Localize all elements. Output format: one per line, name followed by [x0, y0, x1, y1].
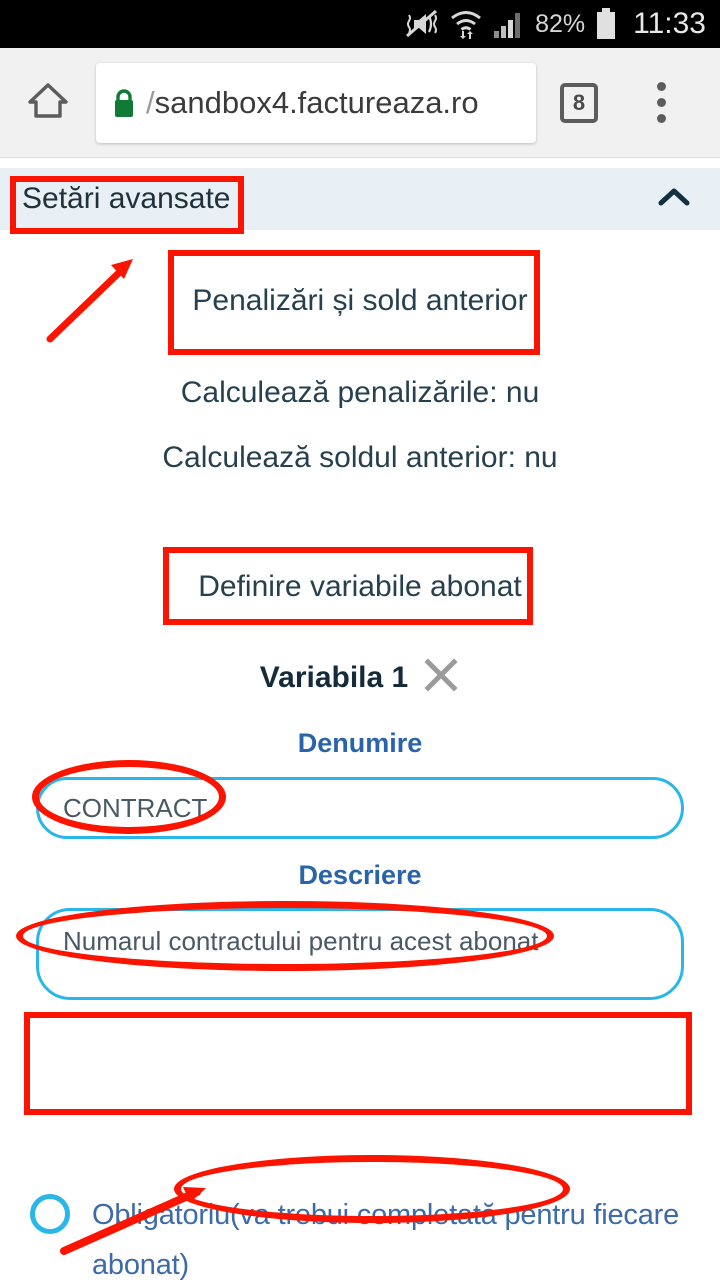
required-checkbox-row[interactable]: Obligatoriu(va trebui completată pentru …: [30, 1190, 700, 1280]
info-line-penalties: Calculează penalizările: nu: [180, 376, 540, 409]
description-field-label: Descriere: [298, 860, 422, 890]
chevron-up-icon[interactable]: [654, 183, 694, 216]
url-text: /sandbox4.factureaza.ro: [146, 85, 479, 121]
browser-toolbar: /sandbox4.factureaza.ro 8: [0, 48, 720, 158]
page-content: Setări avansate Penalizări și sold anter…: [0, 158, 720, 1280]
define-variables-button[interactable]: Definire variabile abonat: [0, 570, 720, 604]
info-line-previous-balance: Calculează soldul anterior: nu: [162, 441, 558, 474]
mute-vibrate-icon: [405, 9, 439, 39]
close-x-icon[interactable]: [422, 656, 460, 699]
required-label: Obligatoriu(va trebui completată pentru …: [92, 1199, 680, 1280]
description-input[interactable]: [36, 908, 684, 1000]
variable-header: Variabila 1: [0, 656, 720, 699]
screen-root: 82% 11:33 /sandbox4.factureaza.ro 8 Setă…: [0, 0, 720, 1280]
menu-dot-2: [656, 98, 666, 107]
section-header-advanced-settings[interactable]: Setări avansate: [0, 168, 720, 230]
status-bar: 82% 11:33: [0, 0, 720, 48]
menu-dot-1: [656, 82, 666, 91]
name-field-label: Denumire: [297, 728, 423, 758]
signal-icon: [493, 9, 525, 39]
lock-icon: [110, 87, 138, 119]
home-icon: [26, 78, 70, 127]
variable-title: Variabila 1: [259, 660, 409, 694]
wifi-icon: [449, 9, 483, 39]
battery-percent: 82%: [535, 9, 586, 38]
clock: 11:33: [633, 7, 706, 40]
url-prefix: /: [146, 84, 155, 120]
battery-icon: [595, 8, 617, 40]
url-bar[interactable]: /sandbox4.factureaza.ro: [96, 62, 536, 143]
menu-dot-3: [656, 114, 666, 123]
url-host: sandbox4.factureaza.ro: [154, 84, 479, 120]
section-title: Setări avansate: [22, 182, 231, 215]
overflow-menu-icon[interactable]: [622, 82, 700, 123]
penalties-button[interactable]: Penalizări și sold anterior: [0, 284, 720, 318]
home-button[interactable]: [0, 78, 96, 127]
required-radio-icon[interactable]: [30, 1194, 70, 1234]
name-input[interactable]: [36, 777, 684, 839]
tab-switcher-button[interactable]: 8: [536, 82, 622, 123]
tab-count-label: 8: [560, 82, 598, 123]
